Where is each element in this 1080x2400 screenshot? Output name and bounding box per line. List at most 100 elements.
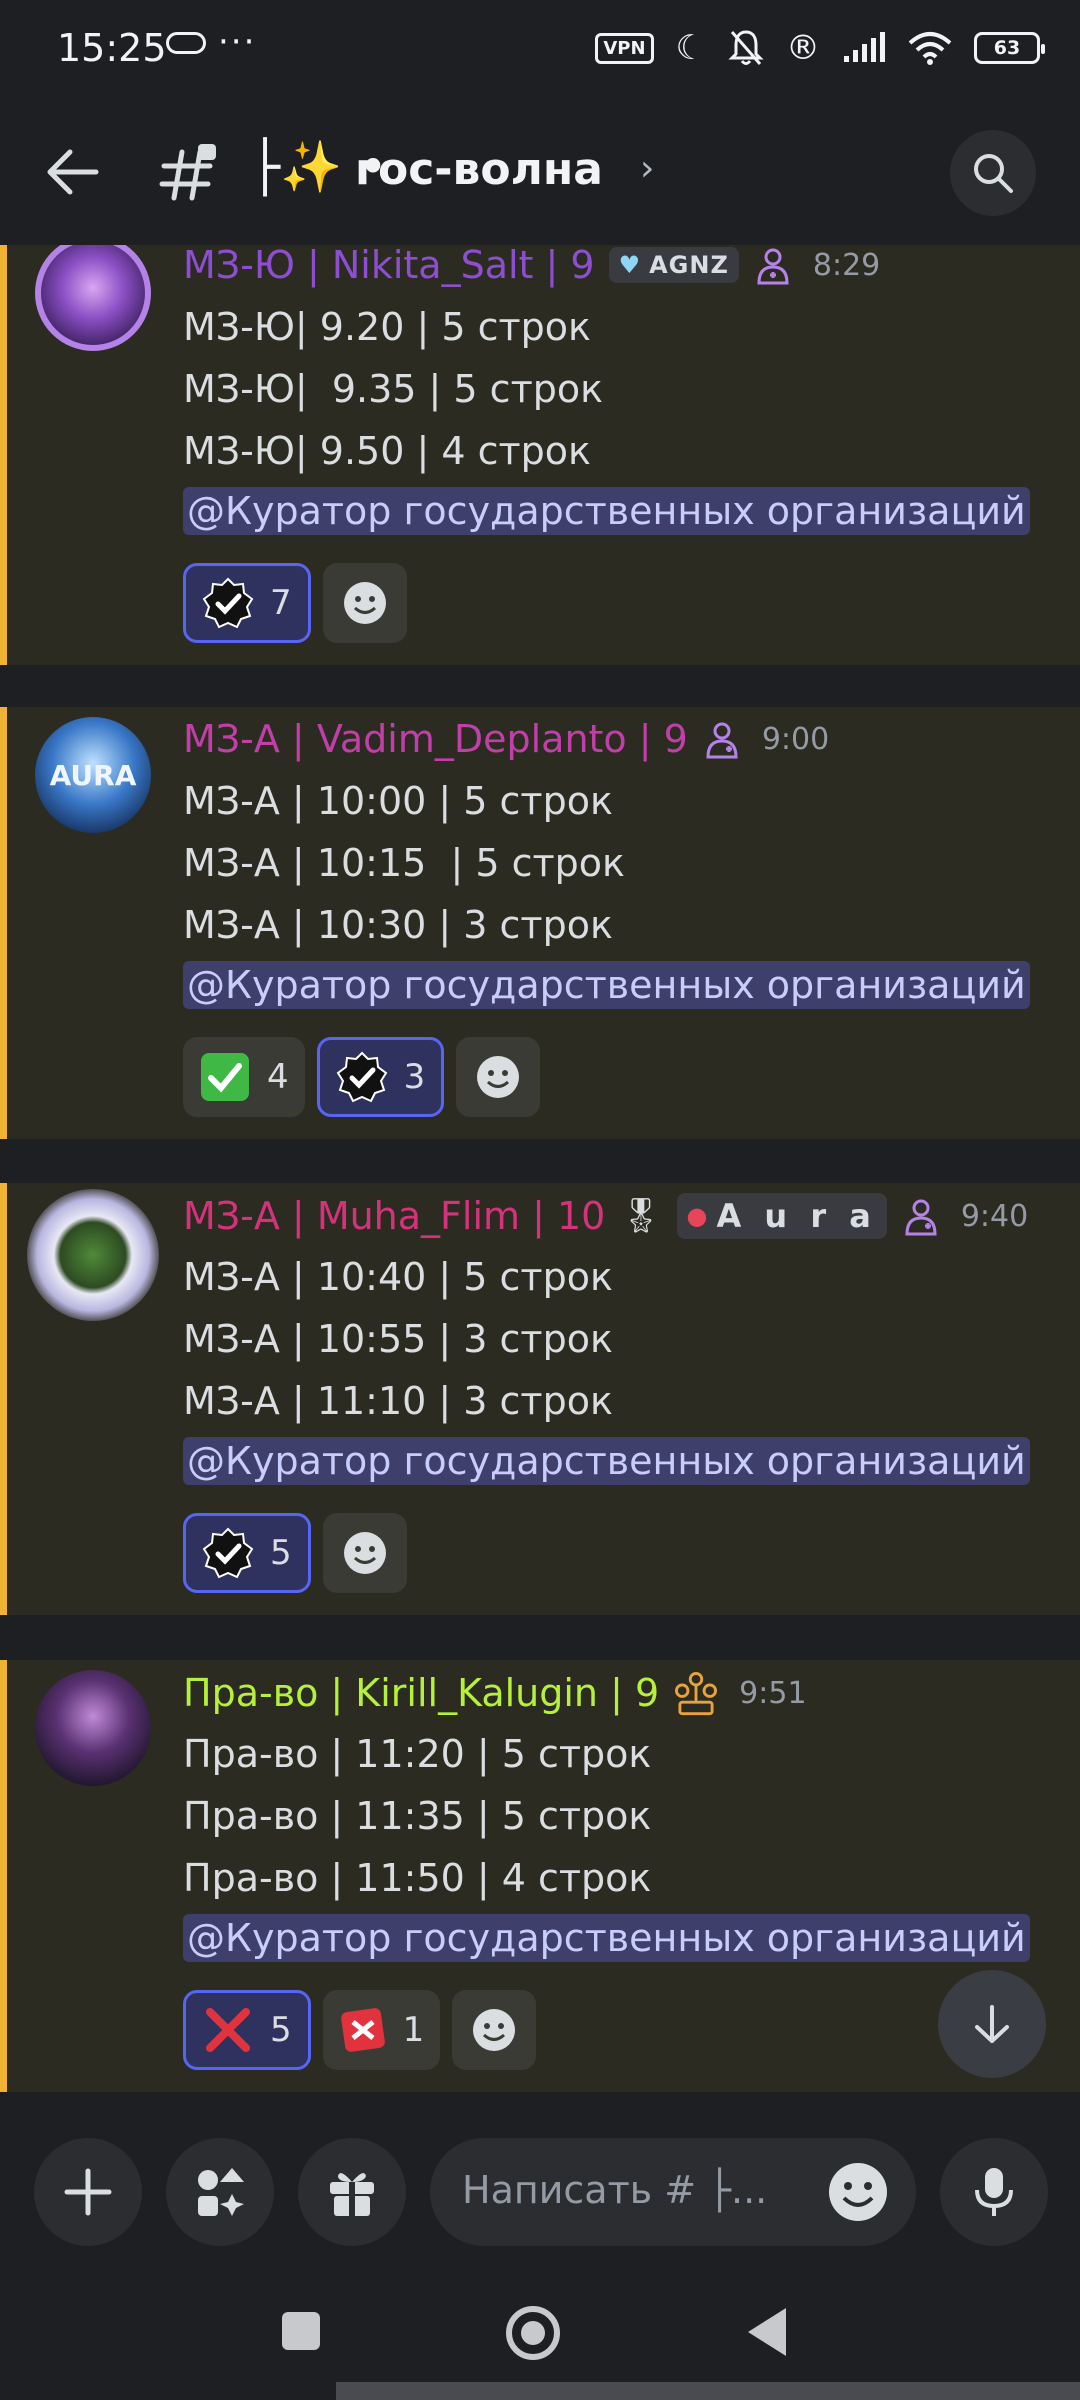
reaction[interactable]: 3 — [316, 1037, 445, 1117]
apps-icon — [198, 2168, 244, 2216]
channel-hash-icon — [159, 144, 216, 201]
message-list[interactable]: МЗ-Ю | Nikita_Salt | 9 ♥ AGNZ 8:29 МЗ-Ю| … — [0, 245, 1080, 2100]
role-mention[interactable]: @Куратор государственных организаций — [183, 1437, 1030, 1485]
message[interactable]: МЗ-А | Muha_Flim | 10 🎖 ● A u r a 9:40 МЗ… — [0, 1183, 1080, 1615]
reaction[interactable]: 5 — [183, 1513, 311, 1593]
reaction-count: 1 — [402, 2010, 425, 2050]
home-button[interactable] — [506, 2306, 560, 2360]
team-role-icon — [675, 1672, 718, 1716]
message-line: МЗ-А | 10:30 | 3 строк — [183, 903, 613, 947]
channel-name[interactable]: гос-волна — [355, 144, 603, 195]
smiley-icon — [343, 1532, 386, 1574]
message-line: Пра-во | 11:50 | 4 строк — [183, 1856, 652, 1900]
add-reaction-button[interactable] — [322, 1513, 407, 1593]
role-mention[interactable]: @Куратор государственных организаций — [183, 961, 1030, 1009]
message[interactable]: Пра-во | Kirill_Kalugin | 9 9:51 Пра-во … — [0, 1660, 1080, 2092]
smiley-icon — [473, 2009, 516, 2051]
role-mention[interactable]: @Куратор государственных организаций — [183, 1914, 1030, 1962]
plus-icon — [64, 2168, 112, 2216]
reaction[interactable]: 4 — [183, 1037, 305, 1117]
green-check-icon — [201, 1053, 249, 1101]
verified-badge-icon — [202, 577, 254, 629]
wifi-icon — [908, 32, 952, 65]
username[interactable]: МЗ-Ю | Nikita_Salt | 9 — [183, 245, 595, 287]
gesture-bar — [336, 2382, 1080, 2400]
username[interactable]: МЗ-А | Muha_Flim | 10 — [183, 1194, 605, 1238]
bell-off-icon — [728, 30, 764, 65]
reaction[interactable]: 5 — [183, 1990, 311, 2070]
timestamp: 9:00 — [761, 721, 830, 757]
message-line: МЗ-А | 10:55 | 3 строк — [183, 1317, 613, 1361]
recents-button[interactable] — [282, 2312, 320, 2350]
registered-icon: ® — [786, 28, 820, 68]
verified-badge-icon — [336, 1051, 387, 1103]
back-arrow-icon[interactable] — [40, 140, 104, 204]
avatar-text: AURA — [49, 758, 137, 792]
emoji-icon[interactable] — [826, 2160, 890, 2224]
doctor-role-icon — [905, 1199, 937, 1236]
message-composer: Написать # ├... — [0, 2100, 1080, 2290]
message[interactable]: МЗ-Ю | Nikita_Salt | 9 ♥ AGNZ 8:29 МЗ-Ю| … — [0, 245, 1080, 665]
message-line: МЗ-А | 10:15 | 5 строк — [183, 841, 625, 885]
reaction-count: 5 — [270, 2010, 292, 2050]
microphone-icon — [975, 2168, 1013, 2216]
guild-tag[interactable]: ♥ AGNZ — [608, 247, 739, 283]
avatar[interactable]: AURA — [35, 717, 151, 833]
message-input[interactable]: Написать # ├... — [430, 2138, 916, 2246]
add-reaction-button[interactable] — [322, 563, 407, 643]
avatar[interactable] — [35, 1670, 151, 1786]
add-reaction-button[interactable] — [456, 1037, 541, 1117]
message-line: МЗ-Ю| 9.50 | 4 строк — [183, 429, 591, 473]
avatar[interactable] — [35, 245, 151, 351]
role-mention[interactable]: @Куратор государственных организаций — [183, 487, 1030, 535]
reaction-count: 7 — [270, 583, 292, 623]
message-line: МЗ-А | 11:10 | 3 строк — [183, 1379, 613, 1423]
voice-message-button[interactable] — [940, 2138, 1048, 2246]
status-bar: 15:25 ··· VPN ☾ ® 63 — [0, 0, 1080, 100]
smiley-icon — [343, 582, 386, 624]
apps-button[interactable] — [166, 2138, 274, 2246]
message-line: МЗ-Ю| 9.35 | 5 строк — [183, 367, 604, 411]
chevron-right-icon[interactable]: › — [640, 148, 654, 189]
doctor-role-icon — [706, 722, 738, 759]
smiley-icon — [477, 1056, 520, 1098]
message-input-placeholder: Написать # ├... — [462, 2168, 768, 2212]
medal-icon: 🎖 — [619, 1196, 663, 1236]
message-line: Пра-во | 11:35 | 5 строк — [183, 1794, 652, 1838]
message-line: МЗ-А | 10:40 | 5 строк — [183, 1255, 613, 1299]
verified-badge-icon — [202, 1527, 254, 1579]
message-line: МЗ-Ю| 9.20 | 5 строк — [183, 305, 591, 349]
message-line: Пра-во | 11:20 | 5 строк — [183, 1732, 652, 1776]
add-attachment-button[interactable] — [34, 2138, 142, 2246]
red-app-badge-icon — [340, 2008, 385, 2052]
message-line: МЗ-А | 10:00 | 5 строк — [183, 779, 613, 823]
signal-icon — [844, 32, 885, 62]
search-button[interactable] — [950, 130, 1036, 216]
timestamp: 9:51 — [739, 1675, 807, 1711]
timestamp: 8:29 — [812, 247, 881, 283]
more-notifications-icon: ··· — [218, 22, 257, 62]
reaction[interactable]: 7 — [183, 563, 311, 643]
red-cross-icon — [206, 2008, 250, 2052]
back-button[interactable] — [748, 2308, 786, 2356]
system-navigation-bar — [0, 2290, 1080, 2400]
gift-icon — [330, 2173, 374, 2216]
battery-icon: 63 — [974, 32, 1045, 64]
username[interactable]: МЗ-А | Vadim_Deplanto | 9 — [183, 717, 688, 761]
reaction-count: 4 — [267, 1057, 289, 1097]
gift-button[interactable] — [298, 2138, 406, 2246]
guild-tag[interactable]: ● A u r a — [676, 1193, 887, 1239]
nurse-role-icon — [757, 248, 789, 285]
heart-icon: ♥ — [618, 251, 642, 279]
message[interactable]: AURA МЗ-А | Vadim_Deplanto | 9 9:00 МЗ-А… — [0, 707, 1080, 1139]
jump-to-bottom-button[interactable] — [938, 1970, 1046, 2078]
reaction-count: 5 — [270, 1533, 292, 1573]
search-icon — [974, 154, 1013, 193]
timestamp: 9:40 — [960, 1198, 1029, 1234]
add-reaction-button[interactable] — [452, 1990, 537, 2070]
moon-icon: ☾ — [675, 28, 706, 68]
reaction[interactable]: 1 — [322, 1990, 441, 2070]
reaction-count: 3 — [403, 1057, 426, 1097]
username[interactable]: Пра-во | Kirill_Kalugin | 9 — [183, 1671, 659, 1715]
avatar[interactable] — [27, 1189, 159, 1321]
